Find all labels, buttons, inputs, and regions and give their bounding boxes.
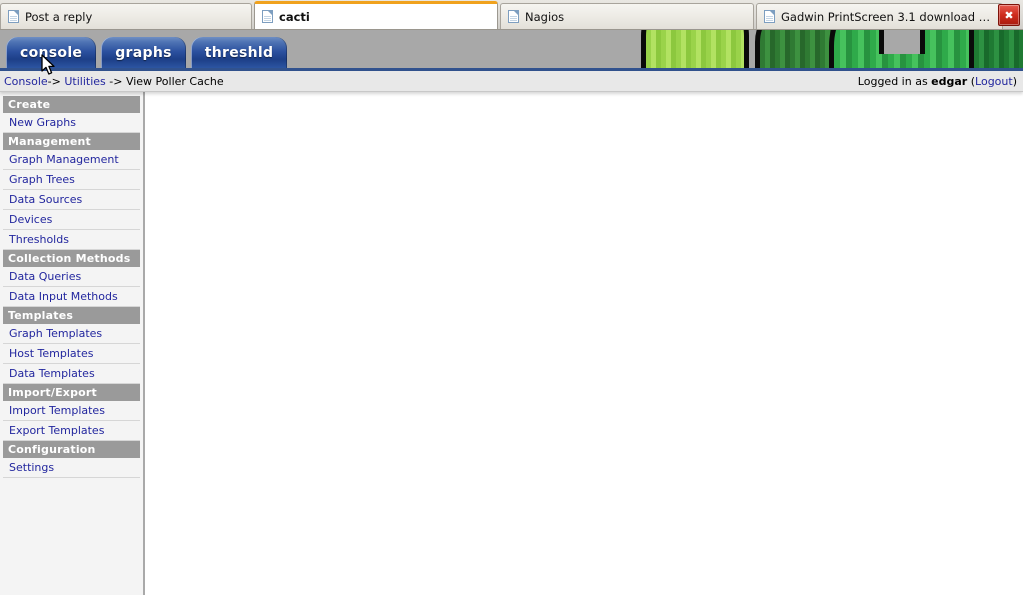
document-icon [508,10,519,23]
browser-tab-strip: Post a reply cacti Nagios Gadwin PrintSc… [0,0,1023,30]
sidebar-header-configuration: Configuration [3,441,140,458]
document-icon [262,10,273,23]
browser-tab-label: cacti [279,9,310,24]
sidebar-header-create: Create [3,96,140,113]
sidebar-header-import-export: Import/Export [3,384,140,401]
sidebar-item-import-templates[interactable]: Import Templates [3,401,140,421]
tab-graphs-label: graphs [115,44,172,61]
sidebar-item-data-templates[interactable]: Data Templates [3,364,140,384]
document-icon [8,10,19,23]
sidebar-item-devices[interactable]: Devices [3,210,140,230]
sidebar-item-data-sources[interactable]: Data Sources [3,190,140,210]
browser-tab-cacti[interactable]: cacti [254,1,498,29]
close-icon[interactable]: ✖ [998,4,1020,26]
logout-link[interactable]: Logout [975,75,1013,88]
breadcrumb-item-console[interactable]: Console [4,75,48,88]
login-status-paren-open: ( [967,74,976,88]
login-status: Logged in as edgar (Logout) [858,75,1017,88]
login-status-prefix: Logged in as [857,74,932,88]
sidebar-header-management: Management [3,133,140,150]
browser-tab-label: Gadwin PrintScreen 3.1 download page - t… [781,9,994,24]
breadcrumb-bar: Console-> Utilities -> View Poller Cache… [0,71,1023,92]
breadcrumb-item-utilities[interactable]: Utilities [64,75,105,88]
login-status-username: edgar [931,74,968,88]
breadcrumb-item-current: View Poller Cache [125,74,224,88]
breadcrumb-separator: -> [109,74,123,88]
tab-console-label: console [20,44,83,61]
document-icon [764,10,775,23]
breadcrumb-separator: -> [47,74,61,88]
sidebar-menu: Create New Graphs Management Graph Manag… [0,92,145,595]
login-status-paren-close: ) [1012,74,1017,88]
sidebar-item-export-templates[interactable]: Export Templates [3,421,140,441]
sidebar-item-graph-management[interactable]: Graph Management [3,150,140,170]
sidebar-item-graph-templates[interactable]: Graph Templates [3,324,140,344]
cacti-logo-icon [633,30,1023,68]
cacti-header-banner: console graphs threshld [0,30,1023,71]
sidebar-item-graph-trees[interactable]: Graph Trees [3,170,140,190]
page-body: Create New Graphs Management Graph Manag… [0,92,1023,595]
sidebar-header-collection-methods: Collection Methods [3,250,140,267]
breadcrumb: Console-> Utilities -> View Poller Cache [4,75,224,88]
tab-console[interactable]: console [6,37,97,68]
sidebar-item-new-graphs[interactable]: New Graphs [3,113,140,133]
sidebar-item-thresholds[interactable]: Thresholds [3,230,140,250]
browser-tab-gadwin-printscreen[interactable]: Gadwin PrintScreen 3.1 download page - t… [756,3,1003,29]
sidebar-item-data-input-methods[interactable]: Data Input Methods [3,287,140,307]
browser-tab-post-a-reply[interactable]: Post a reply [0,3,252,29]
browser-tab-label: Nagios [525,9,565,24]
browser-tab-nagios[interactable]: Nagios [500,3,754,29]
sidebar-item-data-queries[interactable]: Data Queries [3,267,140,287]
tab-threshld-label: threshld [204,44,274,61]
main-content-area [145,92,1023,595]
browser-tab-label: Post a reply [25,9,93,24]
sidebar-item-host-templates[interactable]: Host Templates [3,344,140,364]
sidebar-item-settings[interactable]: Settings [3,458,140,478]
tab-graphs[interactable]: graphs [101,37,186,68]
sidebar-header-templates: Templates [3,307,140,324]
cacti-nav-tabs: console graphs threshld [6,37,292,68]
tab-threshld[interactable]: threshld [190,37,288,68]
